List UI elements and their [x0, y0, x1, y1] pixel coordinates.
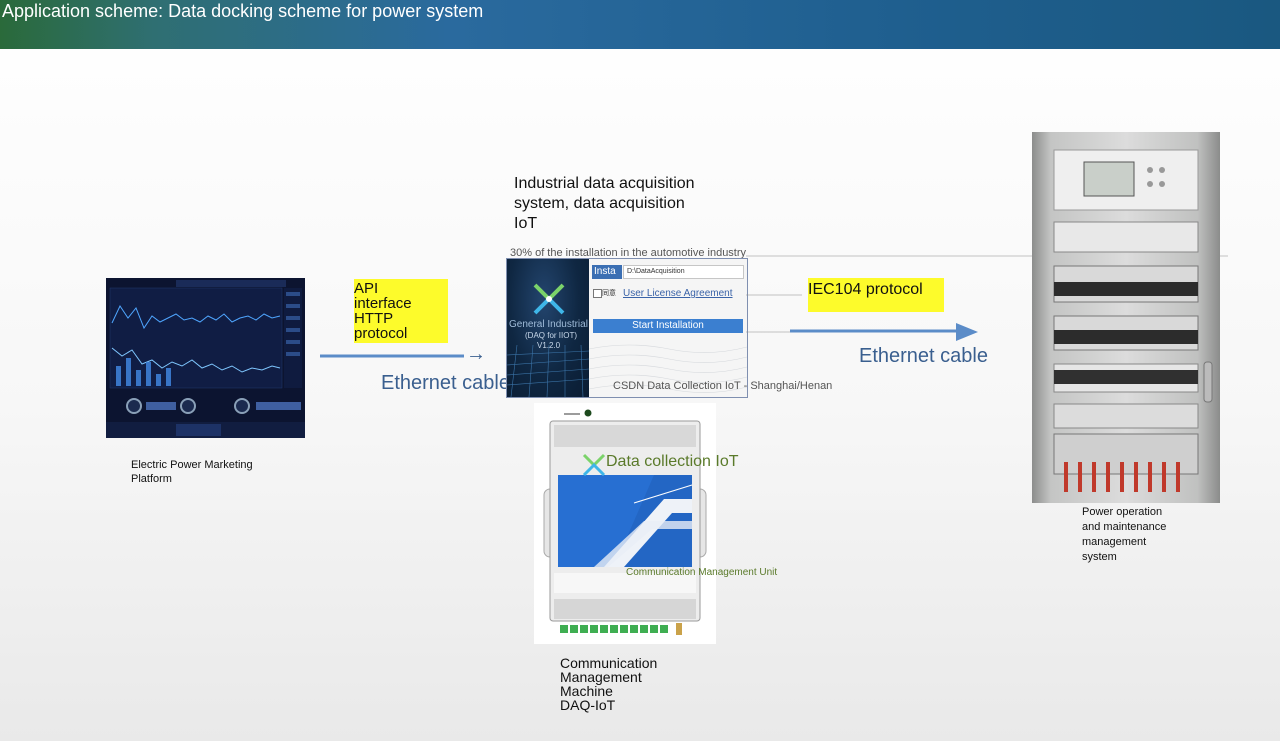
- left-ethernet-line: [320, 354, 464, 358]
- installer-form: Insta D:\DataAcquisition 同意 User License…: [589, 259, 747, 397]
- installer-splash: General Industrial Data (DAQ for IIOT) V…: [507, 259, 612, 397]
- dashboard-graphic: [106, 278, 305, 438]
- header-banner: Application scheme: Data docking scheme …: [0, 0, 1280, 49]
- installer-tab[interactable]: Insta: [592, 265, 622, 279]
- start-installation-button[interactable]: Start Installation: [593, 319, 743, 333]
- daq-logo-icon: [533, 283, 565, 315]
- right-cable-label: Ethernet cable: [859, 345, 988, 367]
- agree-checkbox-label: 同意: [602, 290, 616, 297]
- cabinet-graphic: [1053, 149, 1213, 492]
- agree-checkbox[interactable]: [593, 289, 602, 298]
- power-operation-caption: Power operation and maintenance manageme…: [1082, 506, 1167, 563]
- device-subtitle: Communication Management Unit: [626, 567, 778, 578]
- communication-unit-photo: Data collection IoT Communication Manage…: [534, 403, 777, 644]
- power-cabinet-photo: [1032, 132, 1220, 503]
- right-ethernet-arrow-icon: [790, 323, 978, 341]
- marketing-platform-screenshot: [106, 278, 305, 438]
- installer-grid-graphic: [507, 345, 589, 397]
- device-caption: Communication Management Machine DAQ-IoT: [560, 655, 658, 713]
- left-arrow-icon: →: [466, 343, 486, 365]
- page-title: Application scheme: Data docking scheme …: [2, 1, 484, 21]
- csdn-caption: CSDN Data Collection IoT - Shanghai/Hena…: [613, 380, 833, 392]
- iec104-protocol-label: IEC104 protocol: [808, 278, 944, 312]
- installer-window: General Industrial Data (DAQ for IIOT) V…: [506, 258, 748, 398]
- installer-version: V1.2.0: [537, 341, 561, 350]
- device-brand-text: Data collection IoT: [606, 453, 739, 470]
- left-cable-label: Ethernet cable: [381, 372, 510, 394]
- device-graphic: [543, 409, 707, 635]
- install-path-input[interactable]: D:\DataAcquisition: [623, 265, 744, 279]
- http-protocol-label: API interface HTTP protocol: [354, 279, 448, 343]
- acquisition-system-title: Industrial data acquisition system, data…: [514, 175, 695, 232]
- license-agreement-link[interactable]: User License Agreement: [623, 288, 733, 299]
- marketing-platform-caption: Electric Power Marketing Platform: [131, 459, 253, 485]
- installer-product-sub: (DAQ for IIOT): [525, 331, 577, 340]
